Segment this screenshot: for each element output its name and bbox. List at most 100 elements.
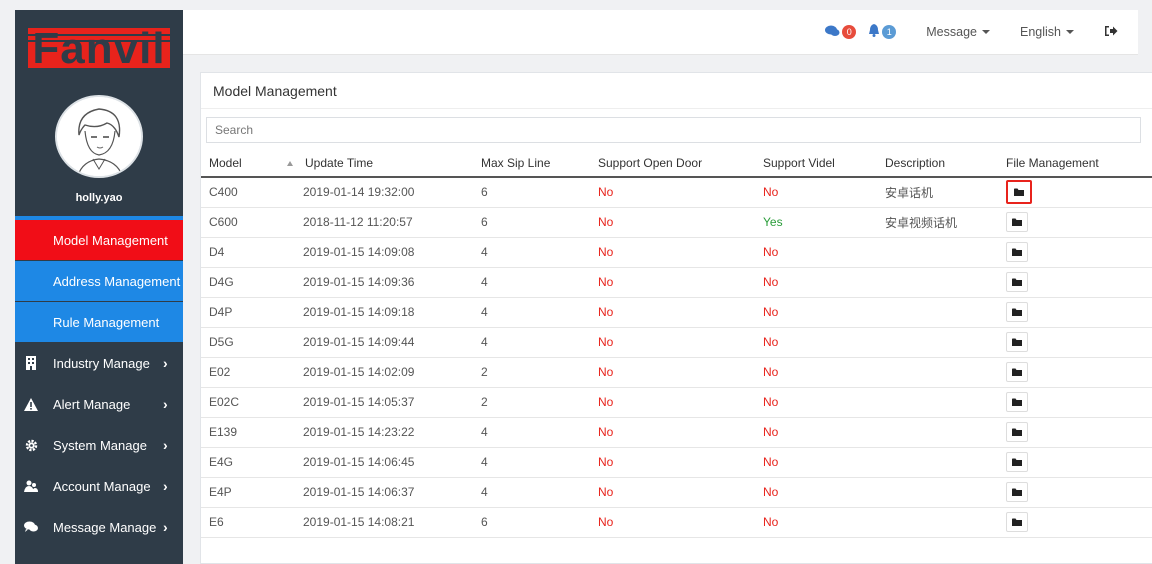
cell-max-sip-line: 2: [473, 387, 590, 418]
avatar[interactable]: [55, 95, 143, 179]
cell-update-time: 2019-01-15 14:09:44: [295, 327, 473, 358]
file-management-button[interactable]: [1006, 332, 1028, 352]
cell-support-video: No: [755, 267, 877, 298]
file-management-button[interactable]: [1006, 422, 1028, 442]
file-management-button[interactable]: [1006, 392, 1028, 412]
cell-support-video: No: [755, 237, 877, 268]
file-management-button[interactable]: [1006, 180, 1032, 205]
cell-max-sip-line: 4: [473, 477, 590, 508]
cell-file-management: [998, 477, 1152, 508]
cell-support-video: No: [755, 387, 877, 418]
cell-update-time: 2019-01-15 14:02:09: [295, 357, 473, 388]
cell-description: [877, 237, 998, 268]
cell-max-sip-line: 4: [473, 267, 590, 298]
column-header-support-video[interactable]: Support Videl: [755, 149, 877, 178]
cell-support-open-door: No: [590, 387, 755, 418]
table-row[interactable]: E4G 2019-01-15 14:06:45 4 No No: [201, 447, 1152, 478]
folder-icon: [1012, 248, 1022, 256]
cell-model: C400: [201, 177, 295, 208]
user-profile: holly.yao: [15, 85, 183, 220]
cell-max-sip-line: 4: [473, 417, 590, 448]
file-management-button[interactable]: [1006, 242, 1028, 262]
file-management-button[interactable]: [1006, 272, 1028, 292]
file-management-button[interactable]: [1006, 512, 1028, 532]
table-row[interactable]: C600 2018-11-12 11:20:57 6 No Yes 安卓视频话机: [201, 207, 1152, 238]
folder-icon: [1012, 368, 1022, 376]
sidebar-item-address-management[interactable]: Address Management: [15, 261, 183, 302]
sidebar-item-model-management[interactable]: Model Management: [15, 220, 183, 261]
folder-icon: [1012, 398, 1022, 406]
alert-notifications[interactable]: 1: [868, 24, 897, 40]
search-input[interactable]: [206, 117, 1141, 143]
table-row[interactable]: E139 2019-01-15 14:23:22 4 No No: [201, 417, 1152, 448]
column-label: Update Time: [305, 155, 374, 170]
cell-description: [877, 387, 998, 418]
logout-button[interactable]: [1104, 25, 1118, 40]
cell-support-video: No: [755, 507, 877, 538]
sort-asc-icon: [287, 160, 293, 166]
cell-file-management: [998, 297, 1152, 328]
sidebar-item-label: Industry Manage: [53, 355, 150, 371]
file-management-button[interactable]: [1006, 302, 1028, 322]
chevron-right-icon: ›: [163, 519, 168, 535]
sidebar-item-rule-management[interactable]: Rule Management: [15, 302, 183, 343]
table-row[interactable]: D4 2019-01-15 14:09:08 4 No No: [201, 237, 1152, 268]
chat-icon: [825, 25, 840, 40]
cell-support-open-door: No: [590, 207, 755, 238]
table-row[interactable]: D4P 2019-01-15 14:09:18 4 No No: [201, 297, 1152, 328]
message-dropdown[interactable]: Message: [926, 25, 990, 39]
table-row[interactable]: E02C 2019-01-15 14:05:37 2 No No: [201, 387, 1152, 418]
table-row[interactable]: D4G 2019-01-15 14:09:36 4 No No: [201, 267, 1152, 298]
cell-update-time: 2019-01-15 14:05:37: [295, 387, 473, 418]
cell-description: [877, 357, 998, 388]
column-header-max-sip-line[interactable]: Max Sip Line: [473, 149, 590, 178]
cell-file-management: [998, 387, 1152, 418]
sidebar-item-industry-manage[interactable]: Industry Manage ›: [15, 343, 183, 384]
chat-count-badge: 0: [842, 25, 857, 39]
cell-model: E02: [201, 357, 295, 388]
sidebar-item-message-manage[interactable]: Message Manage ›: [15, 507, 183, 548]
file-management-button[interactable]: [1006, 212, 1028, 232]
cell-max-sip-line: 2: [473, 357, 590, 388]
file-management-button[interactable]: [1006, 482, 1028, 502]
table-row[interactable]: E6 2019-01-15 14:08:21 6 No No: [201, 507, 1152, 538]
message-label: Message: [926, 25, 977, 39]
username: holly.yao: [75, 192, 123, 205]
cell-update-time: 2019-01-15 14:09:36: [295, 267, 473, 298]
column-header-update-time[interactable]: Update Time: [287, 149, 473, 178]
cell-max-sip-line: 4: [473, 327, 590, 358]
cell-file-management: [998, 327, 1152, 358]
cell-model: E4G: [201, 447, 295, 478]
file-management-button[interactable]: [1006, 452, 1028, 472]
sidebar-item-system-manage[interactable]: System Manage ›: [15, 425, 183, 466]
column-label: Model: [209, 155, 242, 170]
column-header-support-open-door[interactable]: Support Open Door: [590, 149, 755, 178]
cell-model: D4P: [201, 297, 295, 328]
table-row[interactable]: D5G 2019-01-15 14:09:44 4 No No: [201, 327, 1152, 358]
column-label: Support Open Door: [598, 155, 703, 170]
sidebar-item-account-manage[interactable]: Account Manage ›: [15, 466, 183, 507]
cell-file-management: [998, 447, 1152, 478]
file-management-button[interactable]: [1006, 362, 1028, 382]
sidebar-item-alert-manage[interactable]: Alert Manage ›: [15, 384, 183, 425]
table-row[interactable]: E4P 2019-01-15 14:06:37 4 No No: [201, 477, 1152, 508]
column-label: Support Videl: [763, 155, 835, 170]
chevron-right-icon: ›: [163, 396, 168, 412]
language-dropdown[interactable]: English: [1020, 25, 1074, 39]
folder-icon: [1014, 188, 1024, 197]
cell-max-sip-line: 6: [473, 177, 590, 208]
table-row[interactable]: C400 2019-01-14 19:32:00 6 No No 安卓话机: [201, 177, 1152, 208]
chat-notifications[interactable]: 0: [825, 25, 857, 40]
column-label: File Management: [1006, 155, 1099, 170]
models-table: Model Update Time Max Sip Line Support O…: [201, 149, 1152, 538]
column-header-file-management[interactable]: File Management: [998, 149, 1152, 178]
column-header-description[interactable]: Description: [877, 149, 998, 178]
cell-model: E4P: [201, 477, 295, 508]
cell-support-open-door: No: [590, 177, 755, 208]
cell-description: 安卓视频话机: [877, 207, 998, 238]
folder-icon: [1012, 488, 1022, 496]
table-row[interactable]: E02 2019-01-15 14:02:09 2 No No: [201, 357, 1152, 388]
brand-logo[interactable]: Fanvil: [15, 10, 183, 85]
cell-support-video: No: [755, 447, 877, 478]
column-header-model[interactable]: Model: [201, 149, 295, 178]
